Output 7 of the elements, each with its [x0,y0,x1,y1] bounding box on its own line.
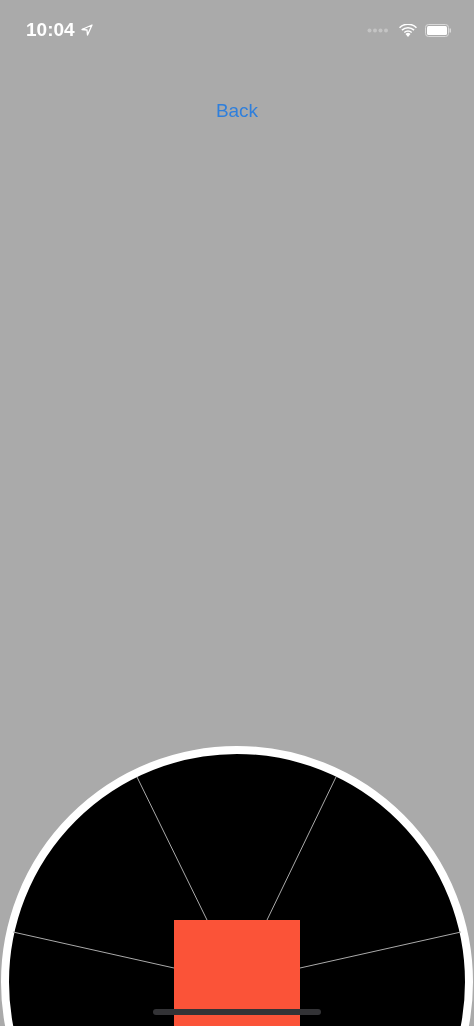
status-time: 10:04 [26,19,75,41]
wifi-icon [399,23,417,37]
back-button[interactable]: Back [211,98,263,124]
location-arrow-icon [80,24,93,36]
wheel-drawing[interactable] [1,746,473,1026]
battery-icon [425,23,452,37]
signal-icon [367,27,389,33]
